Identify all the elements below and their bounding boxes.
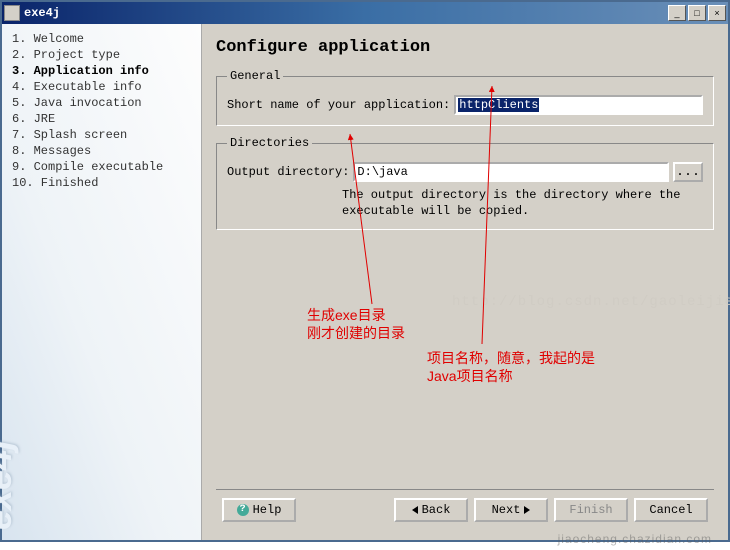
body: 1. Welcome 2. Project type 3. Application … bbox=[2, 24, 728, 540]
titlebar: exe4j _ □ × bbox=[2, 2, 728, 24]
content-area: Configure application General Short name… bbox=[202, 24, 728, 540]
app-icon bbox=[4, 5, 20, 21]
browse-button[interactable]: ... bbox=[673, 162, 703, 182]
minimize-button[interactable]: _ bbox=[668, 5, 686, 21]
next-button[interactable]: Next bbox=[474, 498, 548, 522]
general-legend: General bbox=[227, 69, 283, 83]
wizard-step-4[interactable]: 4. Executable info bbox=[12, 80, 191, 94]
wizard-step-6[interactable]: 6. JRE bbox=[12, 112, 191, 126]
brand-logo: exe4j bbox=[0, 440, 20, 530]
app-window: exe4j _ □ × 1. Welcome 2. Project type 3. … bbox=[0, 0, 730, 542]
page-watermark: jiaocheng.chazidian.com bbox=[558, 532, 712, 546]
watermark-text: http://blog.csdn.net/gaoleijie bbox=[452, 294, 730, 310]
wizard-step-10[interactable]: 10. Finished bbox=[12, 176, 191, 190]
output-dir-input[interactable] bbox=[353, 162, 669, 182]
wizard-step-7[interactable]: 7. Splash screen bbox=[12, 128, 191, 142]
wizard-step-2[interactable]: 2. Project type bbox=[12, 48, 191, 62]
wizard-step-9[interactable]: 9. Compile executable bbox=[12, 160, 191, 174]
short-name-input[interactable]: httpClients bbox=[454, 95, 703, 115]
window-controls: _ □ × bbox=[668, 5, 726, 21]
wizard-step-3[interactable]: 3. Application info bbox=[12, 64, 191, 78]
button-bar: ? Help Back Next Finish Cancel bbox=[216, 489, 714, 530]
directories-legend: Directories bbox=[227, 136, 312, 150]
short-name-label: Short name of your application: bbox=[227, 98, 450, 112]
finish-button[interactable]: Finish bbox=[554, 498, 628, 522]
arrow-left-icon bbox=[412, 506, 418, 514]
arrow-right-icon bbox=[524, 506, 530, 514]
cancel-button[interactable]: Cancel bbox=[634, 498, 708, 522]
back-button[interactable]: Back bbox=[394, 498, 468, 522]
output-dir-label: Output directory: bbox=[227, 165, 349, 179]
wizard-step-5[interactable]: 5. Java invocation bbox=[12, 96, 191, 110]
close-button[interactable]: × bbox=[708, 5, 726, 21]
output-dir-hint: The output directory is the directory wh… bbox=[342, 188, 703, 219]
directories-group: Directories Output directory: ... The ou… bbox=[216, 136, 714, 230]
window-title: exe4j bbox=[24, 6, 668, 20]
maximize-button[interactable]: □ bbox=[688, 5, 706, 21]
help-icon: ? bbox=[237, 504, 249, 516]
help-button[interactable]: ? Help bbox=[222, 498, 296, 522]
short-name-value: httpClients bbox=[458, 98, 539, 112]
wizard-step-1[interactable]: 1. Welcome bbox=[12, 32, 191, 46]
wizard-step-8[interactable]: 8. Messages bbox=[12, 144, 191, 158]
wizard-sidebar: 1. Welcome 2. Project type 3. Application … bbox=[2, 24, 202, 540]
general-group: General Short name of your application: … bbox=[216, 69, 714, 126]
page-title: Configure application bbox=[216, 38, 714, 57]
